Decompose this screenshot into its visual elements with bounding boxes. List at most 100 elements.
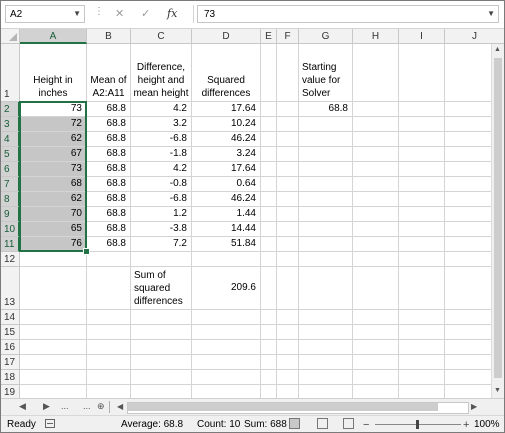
- cell-a13[interactable]: [20, 267, 87, 310]
- row-header-6[interactable]: 6: [1, 162, 20, 177]
- zoom-level[interactable]: 100%: [474, 419, 500, 430]
- cell-b7[interactable]: 68.8: [87, 177, 131, 192]
- scroll-up-icon[interactable]: ▲: [494, 46, 501, 53]
- cell-i3[interactable]: [399, 117, 445, 132]
- cell-d18[interactable]: [192, 370, 261, 385]
- cell-i11[interactable]: [399, 237, 445, 252]
- cell-e9[interactable]: [261, 207, 277, 222]
- column-header-a[interactable]: A: [20, 29, 87, 44]
- cell-f5[interactable]: [277, 147, 299, 162]
- row-header-3[interactable]: 3: [1, 117, 20, 132]
- cell-c11[interactable]: 7.2: [131, 237, 192, 252]
- cell-d15[interactable]: [192, 325, 261, 340]
- cell-e16[interactable]: [261, 340, 277, 355]
- cell-g13[interactable]: [299, 267, 353, 310]
- macro-record-icon[interactable]: [45, 419, 55, 428]
- select-all-corner[interactable]: [1, 29, 20, 44]
- vertical-scroll-thumb[interactable]: [494, 58, 502, 378]
- cell-g4[interactable]: [299, 132, 353, 147]
- column-header-h[interactable]: H: [353, 29, 399, 44]
- prev-sheet-icon[interactable]: ◀: [19, 401, 26, 412]
- cell-e7[interactable]: [261, 177, 277, 192]
- cell-e3[interactable]: [261, 117, 277, 132]
- cell-e1[interactable]: [261, 44, 277, 102]
- cell-d13[interactable]: 209.6: [192, 267, 261, 310]
- cell-b5[interactable]: 68.8: [87, 147, 131, 162]
- cell-a8[interactable]: 62: [20, 192, 87, 207]
- cell-f4[interactable]: [277, 132, 299, 147]
- cell-g3[interactable]: [299, 117, 353, 132]
- cell-c7[interactable]: -0.8: [131, 177, 192, 192]
- cell-a15[interactable]: [20, 325, 87, 340]
- next-sheet-icon[interactable]: ▶: [43, 401, 50, 412]
- cell-f7[interactable]: [277, 177, 299, 192]
- cell-f12[interactable]: [277, 252, 299, 267]
- cell-h2[interactable]: [353, 102, 399, 117]
- cell-f13[interactable]: [277, 267, 299, 310]
- cell-f1[interactable]: [277, 44, 299, 102]
- cell-b14[interactable]: [87, 310, 131, 325]
- cell-c6[interactable]: 4.2: [131, 162, 192, 177]
- cell-i4[interactable]: [399, 132, 445, 147]
- cell-a7[interactable]: 68: [20, 177, 87, 192]
- column-header-e[interactable]: E: [261, 29, 277, 44]
- zoom-slider-handle[interactable]: [416, 420, 419, 429]
- cell-a16[interactable]: [20, 340, 87, 355]
- cell-c17[interactable]: [131, 355, 192, 370]
- row-header-7[interactable]: 7: [1, 177, 20, 192]
- cell-b12[interactable]: [87, 252, 131, 267]
- cell-e11[interactable]: [261, 237, 277, 252]
- cell-i2[interactable]: [399, 102, 445, 117]
- cell-f14[interactable]: [277, 310, 299, 325]
- cell-h12[interactable]: [353, 252, 399, 267]
- cell-c12[interactable]: [131, 252, 192, 267]
- cell-g17[interactable]: [299, 355, 353, 370]
- cell-f17[interactable]: [277, 355, 299, 370]
- cell-f9[interactable]: [277, 207, 299, 222]
- cell-d9[interactable]: 1.44: [192, 207, 261, 222]
- cell-d5[interactable]: 3.24: [192, 147, 261, 162]
- cell-g16[interactable]: [299, 340, 353, 355]
- cell-d2[interactable]: 17.64: [192, 102, 261, 117]
- cell-b18[interactable]: [87, 370, 131, 385]
- cell-f16[interactable]: [277, 340, 299, 355]
- cancel-icon[interactable]: ✕: [115, 7, 124, 20]
- cell-f10[interactable]: [277, 222, 299, 237]
- cell-i15[interactable]: [399, 325, 445, 340]
- cell-c2[interactable]: 4.2: [131, 102, 192, 117]
- column-header-g[interactable]: G: [299, 29, 353, 44]
- cell-i14[interactable]: [399, 310, 445, 325]
- column-header-c[interactable]: C: [131, 29, 192, 44]
- cell-c4[interactable]: -6.8: [131, 132, 192, 147]
- cell-d14[interactable]: [192, 310, 261, 325]
- cell-g18[interactable]: [299, 370, 353, 385]
- insert-function-icon[interactable]: fx: [167, 7, 177, 20]
- cell-c10[interactable]: -3.8: [131, 222, 192, 237]
- cell-g15[interactable]: [299, 325, 353, 340]
- cell-c9[interactable]: 1.2: [131, 207, 192, 222]
- scroll-right-icon[interactable]: ▶: [471, 402, 477, 411]
- cell-i6[interactable]: [399, 162, 445, 177]
- row-header-4[interactable]: 4: [1, 132, 20, 147]
- cell-g12[interactable]: [299, 252, 353, 267]
- cell-b9[interactable]: 68.8: [87, 207, 131, 222]
- cell-d16[interactable]: [192, 340, 261, 355]
- cell-a10[interactable]: 65: [20, 222, 87, 237]
- cell-h16[interactable]: [353, 340, 399, 355]
- cell-g2[interactable]: 68.8: [299, 102, 353, 117]
- cell-h7[interactable]: [353, 177, 399, 192]
- cell-b11[interactable]: 68.8: [87, 237, 131, 252]
- cell-h9[interactable]: [353, 207, 399, 222]
- cell-h11[interactable]: [353, 237, 399, 252]
- cell-i5[interactable]: [399, 147, 445, 162]
- cell-a4[interactable]: 62: [20, 132, 87, 147]
- fill-handle[interactable]: [83, 248, 90, 255]
- row-header-1[interactable]: 1: [1, 44, 20, 102]
- cell-g6[interactable]: [299, 162, 353, 177]
- formula-input[interactable]: 73 ▼: [197, 5, 499, 23]
- cell-i10[interactable]: [399, 222, 445, 237]
- cell-a14[interactable]: [20, 310, 87, 325]
- cell-e10[interactable]: [261, 222, 277, 237]
- cell-d4[interactable]: 46.24: [192, 132, 261, 147]
- horizontal-scroll-thumb[interactable]: [128, 403, 438, 411]
